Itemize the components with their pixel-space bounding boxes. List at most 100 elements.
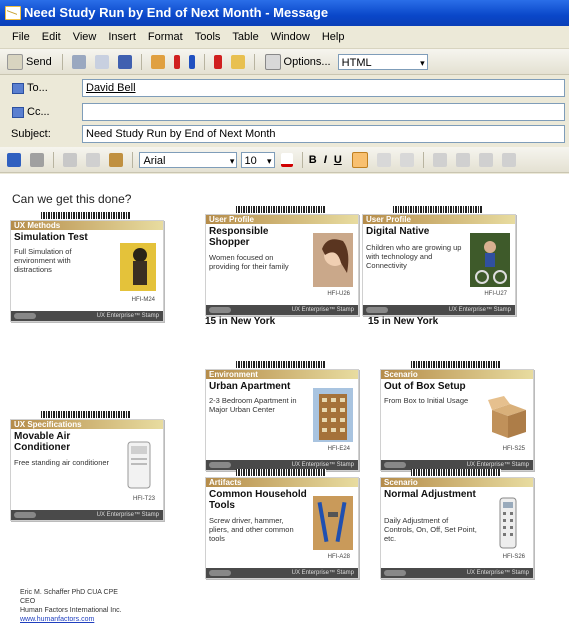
barcode xyxy=(236,469,326,476)
tools-icon xyxy=(313,496,353,550)
to-button[interactable]: To... xyxy=(8,79,74,97)
bold-button[interactable]: B xyxy=(309,147,317,172)
ux-card-urban-apartment: Environment Urban Apartment 2-3 Bedroom … xyxy=(205,361,359,471)
menu-view[interactable]: View xyxy=(67,26,103,48)
menu-format[interactable]: Format xyxy=(142,26,189,48)
toolbar-separator xyxy=(141,54,143,71)
to-field[interactable]: David Bell xyxy=(82,79,565,97)
footer-stamp: UX Enterprise™ Stamp xyxy=(448,307,511,313)
card-footer: UX Enterprise™ Stamp xyxy=(11,510,163,520)
air-conditioner-icon xyxy=(118,438,158,492)
card-title: Urban Apartment xyxy=(209,381,291,392)
bullet-list-icon[interactable] xyxy=(456,153,471,168)
importance-high-icon[interactable] xyxy=(174,55,181,70)
toolbar-separator xyxy=(204,54,206,71)
flag-icon[interactable] xyxy=(214,55,223,70)
numbered-list-icon[interactable] xyxy=(433,153,448,168)
barcode xyxy=(411,469,501,476)
attach-icon[interactable] xyxy=(71,55,86,70)
ux-card-common-household-tools: Artifacts Common Household Tools Screw d… xyxy=(205,469,359,579)
window-title-bar[interactable]: Need Study Run by End of Next Month - Me… xyxy=(0,0,569,26)
paste-icon[interactable] xyxy=(109,153,124,168)
underline-button[interactable]: U xyxy=(334,147,342,172)
footer-stamp: UX Enterprise™ Stamp xyxy=(96,512,159,518)
card-code: HFI-S26 xyxy=(502,554,525,560)
font-select[interactable]: Arial xyxy=(139,152,238,169)
card-footer: UX Enterprise™ Stamp xyxy=(206,568,358,578)
copy-icon[interactable] xyxy=(86,153,101,168)
hfi-logo-icon xyxy=(209,307,231,313)
card-footer: UX Enterprise™ Stamp xyxy=(11,311,163,321)
hfi-logo-icon xyxy=(209,462,231,468)
options-icon xyxy=(264,54,281,71)
send-button[interactable]: Send xyxy=(26,49,52,74)
card-code: HFI-U26 xyxy=(327,291,350,297)
menu-help[interactable]: Help xyxy=(316,26,351,48)
cc-button[interactable]: Cc... xyxy=(8,103,74,121)
insert-file-icon[interactable] xyxy=(151,55,166,70)
menu-table[interactable]: Table xyxy=(226,26,264,48)
align-center-icon[interactable] xyxy=(376,153,391,168)
card-description: Daily Adjustment of Controls, On, Off, S… xyxy=(384,516,477,543)
subject-field[interactable]: Need Study Run by End of Next Month xyxy=(82,125,565,143)
card-code: HFI-E24 xyxy=(327,446,350,452)
card-description: Children who are growing up with technol… xyxy=(366,243,462,270)
menu-insert[interactable]: Insert xyxy=(102,26,142,48)
menu-edit[interactable]: Edit xyxy=(36,26,67,48)
decrease-indent-icon[interactable] xyxy=(479,153,494,168)
cc-field[interactable] xyxy=(82,103,565,121)
hfi-logo-icon xyxy=(209,570,231,576)
to-label: To... xyxy=(27,82,48,94)
card-description: 2-3 Bedroom Apartment in Major Urban Cen… xyxy=(209,396,297,414)
card-title: Movable Air Conditioner xyxy=(14,431,71,453)
card-footer: UX Enterprise™ Stamp xyxy=(381,568,533,578)
card-description: Free standing air conditioner xyxy=(14,458,110,467)
card-title: Common Household Tools xyxy=(209,489,307,511)
font-color-icon[interactable] xyxy=(280,153,293,168)
card-category: User Profile xyxy=(363,215,515,224)
card-code: HFI-U27 xyxy=(484,291,507,297)
signature-website-link[interactable]: www.humanfactors.com xyxy=(20,616,94,623)
ux-card-responsible-shopper: User Profile Responsible Shopper Women f… xyxy=(205,206,359,316)
card-category: UX Specifications xyxy=(11,420,163,429)
menu-tools[interactable]: Tools xyxy=(189,26,227,48)
font-size-select[interactable]: 10 xyxy=(240,152,275,169)
message-format-select[interactable]: HTML xyxy=(337,54,428,71)
importance-low-icon[interactable] xyxy=(189,55,196,70)
italic-button[interactable]: I xyxy=(324,147,327,172)
subject-row: Subject: Need Study Run by End of Next M… xyxy=(0,123,569,145)
hfi-logo-icon xyxy=(384,462,406,468)
menu-bar: File Edit View Insert Format Tools Table Window… xyxy=(0,26,569,49)
toolbar-separator xyxy=(254,54,256,71)
permission-icon[interactable] xyxy=(231,55,246,70)
card-category: Scenario xyxy=(381,370,533,379)
align-right-icon[interactable] xyxy=(399,153,414,168)
toolbar-separator xyxy=(61,54,63,71)
message-body[interactable]: Can we get this done? UX Methods Simulat… xyxy=(0,174,569,640)
save-icon[interactable] xyxy=(7,153,21,168)
ux-card-out-of-box-setup: Scenario Out of Box Setup From Box to In… xyxy=(380,361,534,471)
check-names-icon[interactable] xyxy=(117,55,132,70)
ux-card-normal-adjustment: Scenario Normal Adjustment Daily Adjustm… xyxy=(380,469,534,579)
footer-stamp: UX Enterprise™ Stamp xyxy=(96,313,159,319)
address-book-icon xyxy=(12,82,24,94)
align-left-icon[interactable] xyxy=(351,152,368,169)
card-code: HFI-S25 xyxy=(502,446,525,452)
menu-window[interactable]: Window xyxy=(265,26,316,48)
signature-role: CEO xyxy=(20,598,36,605)
cc-row: Cc... xyxy=(0,101,569,123)
print-icon[interactable] xyxy=(30,153,45,168)
hfi-logo-icon xyxy=(384,570,406,576)
options-button[interactable]: Options... xyxy=(284,49,331,74)
card-code: HFI-M24 xyxy=(131,297,155,303)
cut-icon[interactable] xyxy=(63,153,78,168)
address-book-icon[interactable] xyxy=(94,55,109,70)
subject-label: Subject: xyxy=(11,128,51,140)
barcode xyxy=(411,361,501,368)
message-envelope-icon xyxy=(5,6,21,20)
recipient-name[interactable]: David Bell xyxy=(86,82,136,94)
window-title: Need Study Run by End of Next Month - Me… xyxy=(24,5,329,20)
menu-file[interactable]: File xyxy=(6,26,36,48)
increase-indent-icon[interactable] xyxy=(502,153,517,168)
toolbar-separator xyxy=(423,152,425,169)
